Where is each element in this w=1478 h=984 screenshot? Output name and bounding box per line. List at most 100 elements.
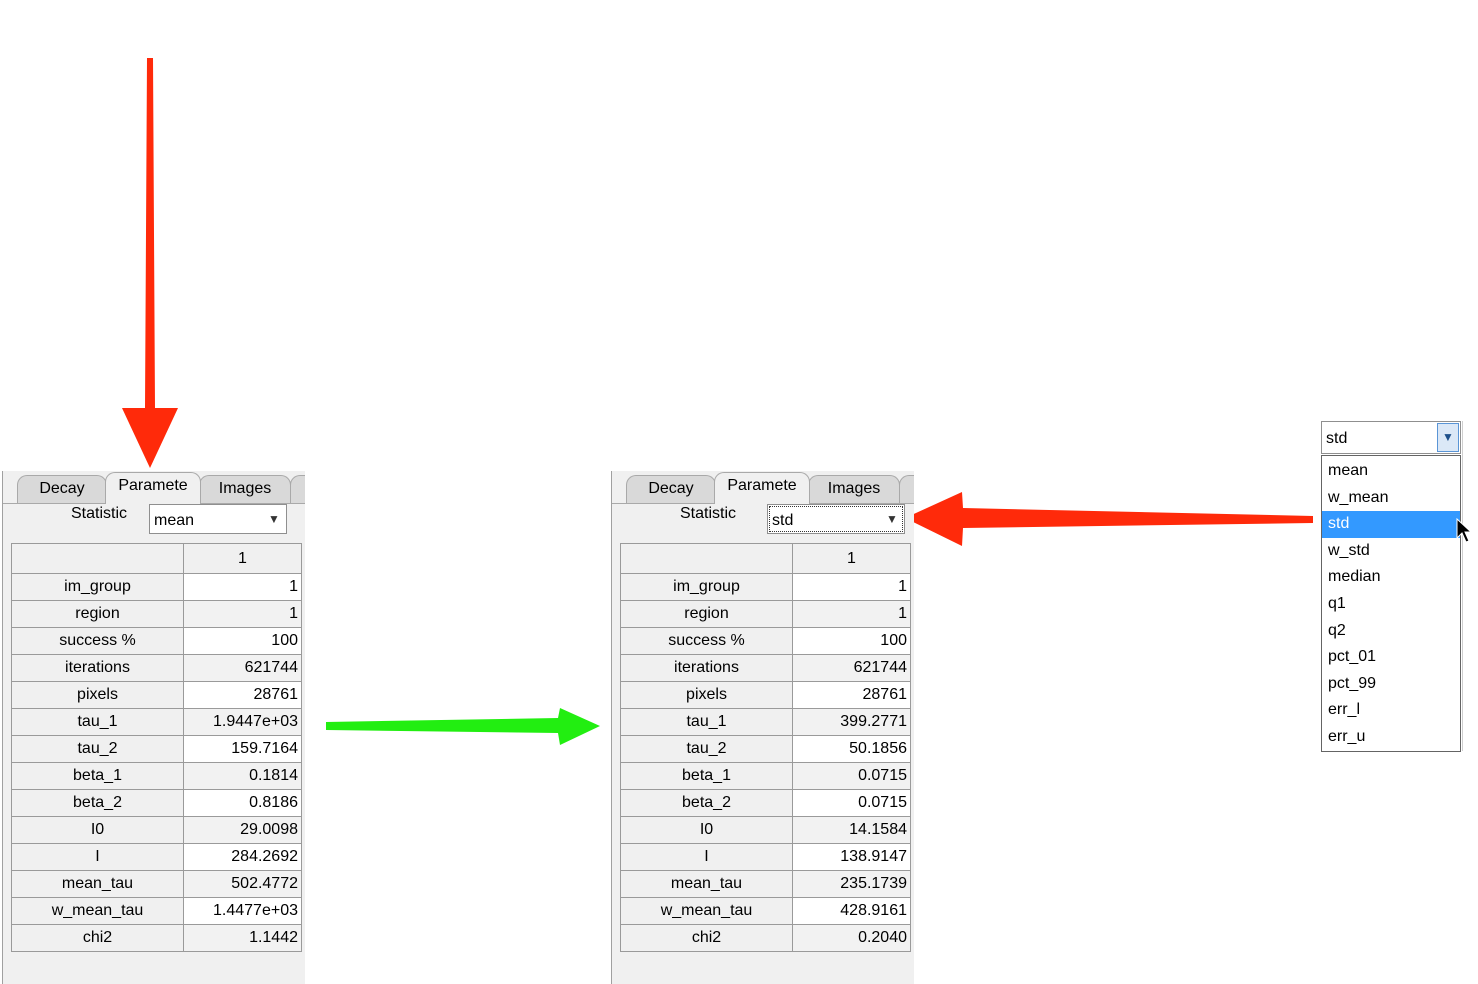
row-label: beta_2	[620, 789, 793, 817]
table-row: w_mean_tau 1.4477e+03	[11, 897, 302, 925]
green-right-arrow	[326, 708, 600, 745]
red-left-arrow	[905, 492, 1313, 546]
statistic-label: Statistic	[71, 505, 128, 522]
tab-c[interactable]: C	[290, 475, 305, 503]
table-row: im_group 1	[11, 573, 302, 601]
row-value[interactable]: 0.2040	[792, 924, 911, 952]
column-header[interactable]: 1	[792, 543, 911, 574]
dropdown-option-pct-99[interactable]: pct_99	[1322, 671, 1460, 698]
dropdown-option-w-std[interactable]: w_std	[1322, 538, 1460, 565]
row-value[interactable]: 0.0715	[792, 789, 911, 817]
row-value[interactable]: 0.1814	[183, 762, 302, 790]
table-row: pixels 28761	[11, 681, 302, 709]
row-value[interactable]: 28761	[183, 681, 302, 709]
chevron-down-icon[interactable]: ▼	[1437, 423, 1459, 452]
row-value[interactable]: 502.4772	[183, 870, 302, 898]
table-row: beta_2 0.8186	[11, 789, 302, 817]
table-row: beta_2 0.0715	[620, 789, 911, 817]
statistic-dropdown-list: mean w_mean std w_std median q1 q2 pct_0…	[1321, 455, 1461, 752]
tab-images[interactable]: Images	[199, 475, 291, 503]
row-value[interactable]: 1	[183, 600, 302, 628]
chevron-down-icon[interactable]: ▼	[262, 505, 286, 533]
row-label: I	[620, 843, 793, 871]
red-down-arrow	[122, 58, 178, 468]
row-label: iterations	[620, 654, 793, 682]
table-row: beta_1 0.1814	[11, 762, 302, 790]
row-value[interactable]: 399.2771	[792, 708, 911, 736]
row-label: chi2	[11, 924, 184, 952]
row-value[interactable]: 1	[792, 573, 911, 601]
row-label: im_group	[620, 573, 793, 601]
dropdown-option-q1[interactable]: q1	[1322, 591, 1460, 618]
tab-images[interactable]: Images	[808, 475, 900, 503]
tab-parameters[interactable]: Paramete	[714, 472, 810, 504]
row-value[interactable]: 28761	[792, 681, 911, 709]
row-value[interactable]: 29.0098	[183, 816, 302, 844]
row-label: chi2	[620, 924, 793, 952]
table-row: region 1	[620, 600, 911, 628]
table-row: iterations 621744	[11, 654, 302, 682]
row-label: pixels	[11, 681, 184, 709]
row-label: tau_1	[620, 708, 793, 736]
row-label: I0	[620, 816, 793, 844]
tab-parameters[interactable]: Paramete	[105, 472, 201, 504]
statistic-select[interactable]: mean ▼	[149, 504, 287, 534]
row-value[interactable]: 1	[792, 600, 911, 628]
row-value[interactable]: 621744	[183, 654, 302, 682]
table-row: success % 100	[11, 627, 302, 655]
row-value[interactable]: 50.1856	[792, 735, 911, 763]
table-row: I0 29.0098	[11, 816, 302, 844]
row-label: pixels	[620, 681, 793, 709]
row-label: mean_tau	[11, 870, 184, 898]
row-value[interactable]: 621744	[792, 654, 911, 682]
tab-decay[interactable]: Decay	[626, 475, 716, 503]
row-value[interactable]: 428.9161	[792, 897, 911, 925]
row-value[interactable]: 1	[183, 573, 302, 601]
row-value[interactable]: 1.9447e+03	[183, 708, 302, 736]
dropdown-option-err-u[interactable]: err_u	[1322, 724, 1460, 751]
row-value[interactable]: 14.1584	[792, 816, 911, 844]
row-label: im_group	[11, 573, 184, 601]
table-row: I0 14.1584	[620, 816, 911, 844]
dropdown-option-pct-01[interactable]: pct_01	[1322, 644, 1460, 671]
statistic-select[interactable]: std ▼	[767, 504, 905, 534]
row-value[interactable]: 1.4477e+03	[183, 897, 302, 925]
row-value[interactable]: 159.7164	[183, 735, 302, 763]
row-value[interactable]: 284.2692	[183, 843, 302, 871]
table-corner	[11, 543, 184, 574]
table-row: tau_1 399.2771	[620, 708, 911, 736]
statistic-label: Statistic	[680, 505, 737, 522]
table-row: tau_1 1.9447e+03	[11, 708, 302, 736]
table-row: chi2 1.1442	[11, 924, 302, 952]
table-corner	[620, 543, 793, 574]
dropdown-option-std[interactable]: std	[1322, 511, 1460, 538]
row-value[interactable]: 100	[183, 627, 302, 655]
dropdown-option-q2[interactable]: q2	[1322, 618, 1460, 645]
parameters-table: 1 im_group 1 region 1 success % 100 iterati…	[620, 543, 911, 952]
row-label: tau_2	[11, 735, 184, 763]
chevron-down-icon[interactable]: ▼	[880, 505, 904, 533]
dropdown-option-err-l[interactable]: err_l	[1322, 697, 1460, 724]
row-value[interactable]: 100	[792, 627, 911, 655]
row-value[interactable]: 138.9147	[792, 843, 911, 871]
tab-decay[interactable]: Decay	[17, 475, 107, 503]
table-row: success % 100	[620, 627, 911, 655]
dropdown-option-median[interactable]: median	[1322, 564, 1460, 591]
tab-c[interactable]: C	[899, 475, 914, 503]
row-value[interactable]: 0.8186	[183, 789, 302, 817]
row-label: I	[11, 843, 184, 871]
dropdown-option-mean[interactable]: mean	[1322, 458, 1460, 485]
table-row: tau_2 159.7164	[11, 735, 302, 763]
table-row: I 138.9147	[620, 843, 911, 871]
panel-edge	[1462, 421, 1463, 751]
statistic-dropdown-select[interactable]: std ▼	[1321, 421, 1461, 454]
row-value[interactable]: 1.1442	[183, 924, 302, 952]
row-label: w_mean_tau	[620, 897, 793, 925]
row-value[interactable]: 235.1739	[792, 870, 911, 898]
column-header[interactable]: 1	[183, 543, 302, 574]
dropdown-selected-value: std	[1326, 430, 1348, 447]
row-value[interactable]: 0.0715	[792, 762, 911, 790]
table-row: im_group 1	[620, 573, 911, 601]
row-label: mean_tau	[620, 870, 793, 898]
dropdown-option-w-mean[interactable]: w_mean	[1322, 485, 1460, 512]
